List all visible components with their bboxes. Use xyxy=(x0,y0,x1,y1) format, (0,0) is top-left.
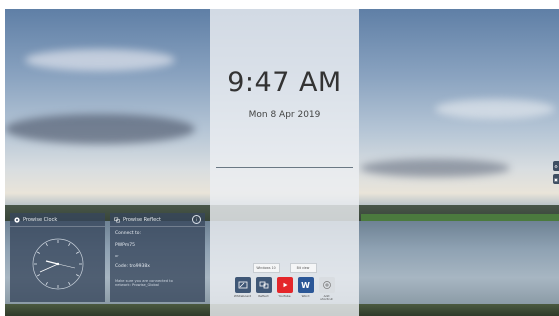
or-label: or xyxy=(115,254,119,258)
widget-header: Prowise Reflect i xyxy=(114,215,201,225)
info-icon[interactable]: i xyxy=(192,215,201,224)
dock-label: YouTube xyxy=(278,294,291,298)
hour-hand xyxy=(45,260,59,265)
source-button-windows[interactable]: Windows 10 xyxy=(252,263,280,273)
cloud xyxy=(25,49,175,71)
analog-clock-face xyxy=(32,238,84,290)
whiteboard-icon xyxy=(234,277,251,293)
widget-title: Prowise Clock xyxy=(23,217,58,223)
plus-icon xyxy=(318,277,335,293)
home-center-panel: 9:47 AM Mon 8 Apr 2019 Windows 10 Bit vi… xyxy=(210,9,359,316)
dock-label: Reflect xyxy=(258,294,269,298)
dock-label: Add shortcut xyxy=(320,294,333,302)
minute-hand xyxy=(39,263,59,273)
cloud xyxy=(435,99,555,119)
clock-time: 9:47 AM xyxy=(227,67,342,98)
cloud xyxy=(360,159,510,177)
reflect-icon xyxy=(114,217,120,223)
source-buttons: Windows 10 Bit view xyxy=(210,263,359,273)
clock-date: Mon 8 Apr 2019 xyxy=(248,110,321,120)
widget-header: Prowise Clock xyxy=(14,215,101,225)
connection-code: Code: tro9938x xyxy=(115,264,150,269)
widget-logo-icon xyxy=(14,217,20,223)
lock-icon: ▣ xyxy=(554,176,558,182)
divider xyxy=(216,167,353,168)
word-icon: W xyxy=(297,277,314,293)
clock-widget[interactable]: Prowise Clock xyxy=(10,213,105,302)
cloud xyxy=(5,114,195,144)
dock-label: Whiteboard xyxy=(233,294,252,298)
edge-menu: ⚙ ▣ xyxy=(553,161,559,184)
widget-title: Prowise Reflect xyxy=(123,217,161,223)
dock-item-word[interactable]: W Word xyxy=(297,277,314,302)
second-hand xyxy=(57,263,76,269)
dock-item-reflect[interactable]: Reflect xyxy=(255,277,272,302)
source-button-bitview[interactable]: Bit view xyxy=(289,263,317,273)
gear-icon: ⚙ xyxy=(554,163,558,169)
network-hint: Make sure you are connected to network: … xyxy=(115,279,173,288)
dock-item-whiteboard[interactable]: Whiteboard xyxy=(234,277,251,302)
youtube-icon xyxy=(276,277,293,293)
reflect-icon xyxy=(255,277,272,293)
dock-item-add-shortcut[interactable]: Add shortcut xyxy=(318,277,335,302)
app-dock: Whiteboard Reflect YouTube W Word Add sh… xyxy=(210,277,359,302)
device-name: PWPm75 xyxy=(115,243,135,248)
divider xyxy=(10,226,105,227)
edge-settings-button[interactable]: ⚙ xyxy=(553,161,559,171)
connect-to-label: Connect to: xyxy=(115,231,142,236)
dock-item-youtube[interactable]: YouTube xyxy=(276,277,293,302)
edge-lock-button[interactable]: ▣ xyxy=(553,174,559,184)
reflect-widget[interactable]: Prowise Reflect i Connect to: PWPm75 or … xyxy=(110,213,205,302)
divider xyxy=(110,226,205,227)
dock-label: Word xyxy=(301,294,310,298)
